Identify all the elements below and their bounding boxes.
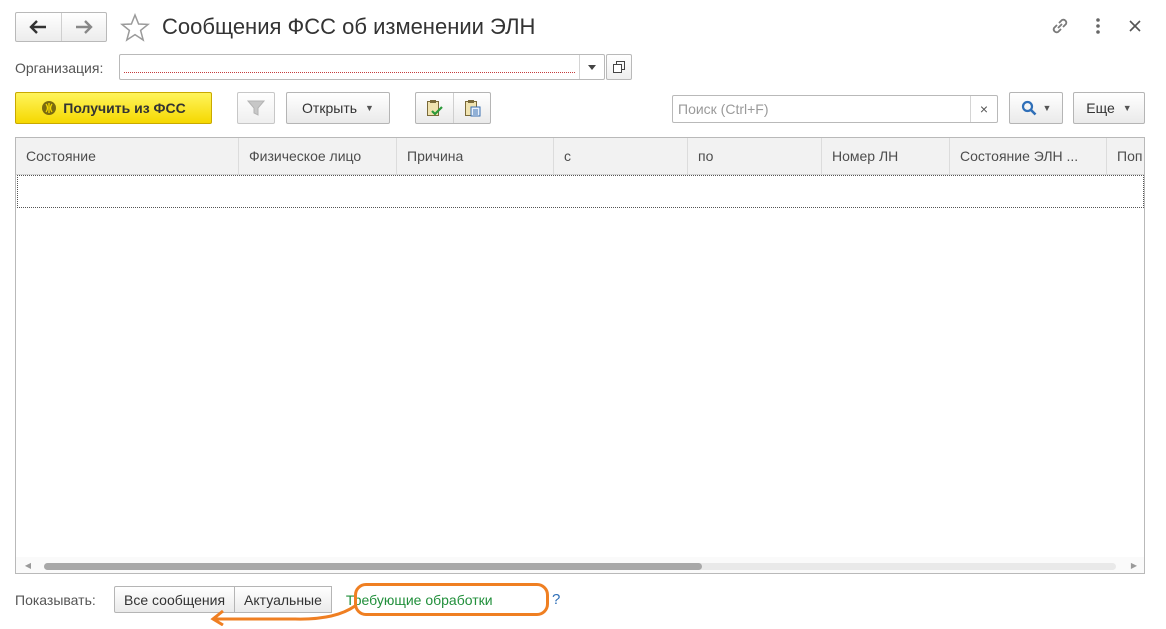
search-icon: [1021, 100, 1036, 116]
highlight-frame: [354, 583, 549, 616]
link-button[interactable]: [1048, 14, 1072, 38]
more-label: Еще: [1086, 100, 1115, 116]
help-icon[interactable]: ?: [552, 590, 560, 610]
column-header[interactable]: Физическое лицо: [239, 138, 397, 174]
filter-button[interactable]: [237, 92, 275, 124]
search-clear-button[interactable]: ×: [970, 96, 997, 122]
column-header[interactable]: с: [554, 138, 688, 174]
back-button[interactable]: [16, 13, 61, 41]
organization-field: [119, 54, 605, 80]
table-header: Состояние Физическое лицо Причина с по Н…: [16, 138, 1144, 175]
scroll-right-icon[interactable]: ▶: [1126, 557, 1142, 573]
star-icon: [120, 13, 150, 42]
column-header[interactable]: Причина: [397, 138, 554, 174]
organization-open-button[interactable]: [606, 54, 632, 80]
favorite-star-button[interactable]: [118, 12, 152, 44]
table-row[interactable]: [17, 175, 1144, 208]
forward-button[interactable]: [60, 13, 107, 41]
caret-down-icon: ▼: [365, 103, 374, 113]
arrow-right-icon: [75, 20, 93, 34]
close-icon: [1129, 20, 1141, 32]
close-button[interactable]: [1123, 14, 1147, 38]
filter-icon: [246, 100, 266, 116]
organization-input[interactable]: [124, 57, 575, 73]
clear-icon: ×: [979, 101, 989, 117]
dropdown-arrow-icon: [588, 64, 596, 70]
scrollbar-track[interactable]: [44, 563, 1116, 570]
page-title: Сообщения ФСС об изменении ЭЛН: [162, 14, 536, 39]
link-icon: [1052, 18, 1068, 34]
more-button[interactable]: Еще ▼: [1073, 92, 1145, 124]
column-header[interactable]: Состояние: [16, 138, 239, 174]
organization-dropdown-button[interactable]: [579, 55, 604, 79]
fss-emblem-icon: [42, 101, 57, 115]
more-actions-button[interactable]: [1086, 14, 1110, 38]
messages-table[interactable]: Состояние Физическое лицо Причина с по Н…: [15, 137, 1145, 574]
search-field: ×: [672, 95, 998, 123]
open-label: Открыть: [302, 100, 358, 116]
clipboard-buttons: [415, 92, 491, 124]
column-header[interactable]: Поп: [1107, 138, 1144, 174]
search-button[interactable]: ▼: [1009, 92, 1063, 124]
caret-down-icon: ▼: [1122, 103, 1132, 113]
more-vert-icon: [1096, 18, 1100, 34]
annotation-arrow-icon: [210, 604, 356, 626]
horizontal-scrollbar[interactable]: ◀ ▶: [16, 557, 1144, 573]
open-button[interactable]: Открыть ▼: [286, 92, 390, 124]
arrow-left-icon: [29, 20, 47, 34]
mark-processed-button[interactable]: [416, 93, 453, 123]
organization-label: Организация:: [15, 60, 104, 76]
clipboard-list-icon: [464, 100, 481, 117]
clipboard-check-icon: [427, 100, 444, 116]
clipboard-list-button[interactable]: [452, 93, 491, 123]
get-from-fss-label: Получить из ФСС: [63, 100, 186, 116]
navigation-buttons: [15, 12, 107, 42]
get-from-fss-button[interactable]: Получить из ФСС: [15, 92, 212, 124]
column-header[interactable]: Номер ЛН: [822, 138, 950, 174]
scroll-left-icon[interactable]: ◀: [20, 557, 36, 573]
scrollbar-thumb[interactable]: [44, 563, 702, 570]
column-header[interactable]: по: [688, 138, 822, 174]
show-filter-label: Показывать:: [15, 592, 96, 608]
search-input[interactable]: [673, 96, 970, 122]
column-header[interactable]: Состояние ЭЛН ...: [950, 138, 1107, 174]
open-window-icon: [613, 61, 625, 73]
caret-down-icon: ▼: [1042, 103, 1052, 113]
